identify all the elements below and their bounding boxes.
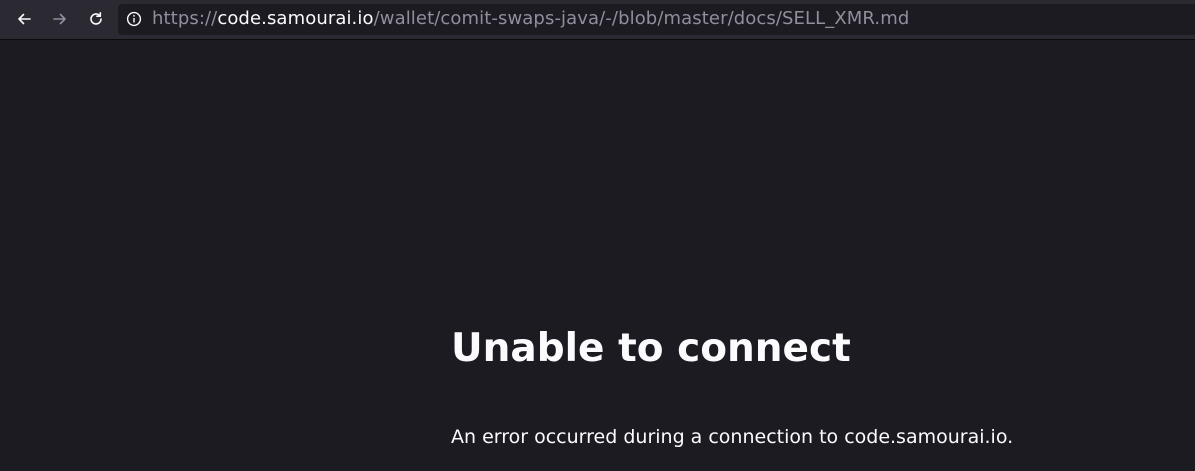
error-title: Unable to connect bbox=[451, 326, 851, 371]
url-host: code.samourai.io bbox=[217, 8, 374, 29]
error-page: Unable to connect An error occurred duri… bbox=[0, 40, 1195, 471]
url-path: /wallet/comit-swaps-java/-/blob/master/d… bbox=[373, 8, 910, 29]
url-scheme: https:// bbox=[152, 8, 218, 29]
info-icon[interactable] bbox=[126, 11, 142, 27]
reload-button[interactable] bbox=[81, 4, 111, 34]
url-text[interactable]: https://code.samourai.io/wallet/comit-sw… bbox=[152, 8, 909, 30]
back-button[interactable] bbox=[9, 4, 39, 34]
error-description: An error occurred during a connection to… bbox=[451, 426, 1014, 448]
address-bar[interactable]: https://code.samourai.io/wallet/comit-sw… bbox=[118, 4, 1195, 35]
arrow-right-icon bbox=[53, 13, 66, 25]
arrow-left-icon bbox=[18, 13, 31, 25]
browser-toolbar: https://code.samourai.io/wallet/comit-sw… bbox=[0, 0, 1195, 40]
forward-button[interactable] bbox=[45, 4, 75, 34]
reload-icon bbox=[90, 12, 102, 25]
